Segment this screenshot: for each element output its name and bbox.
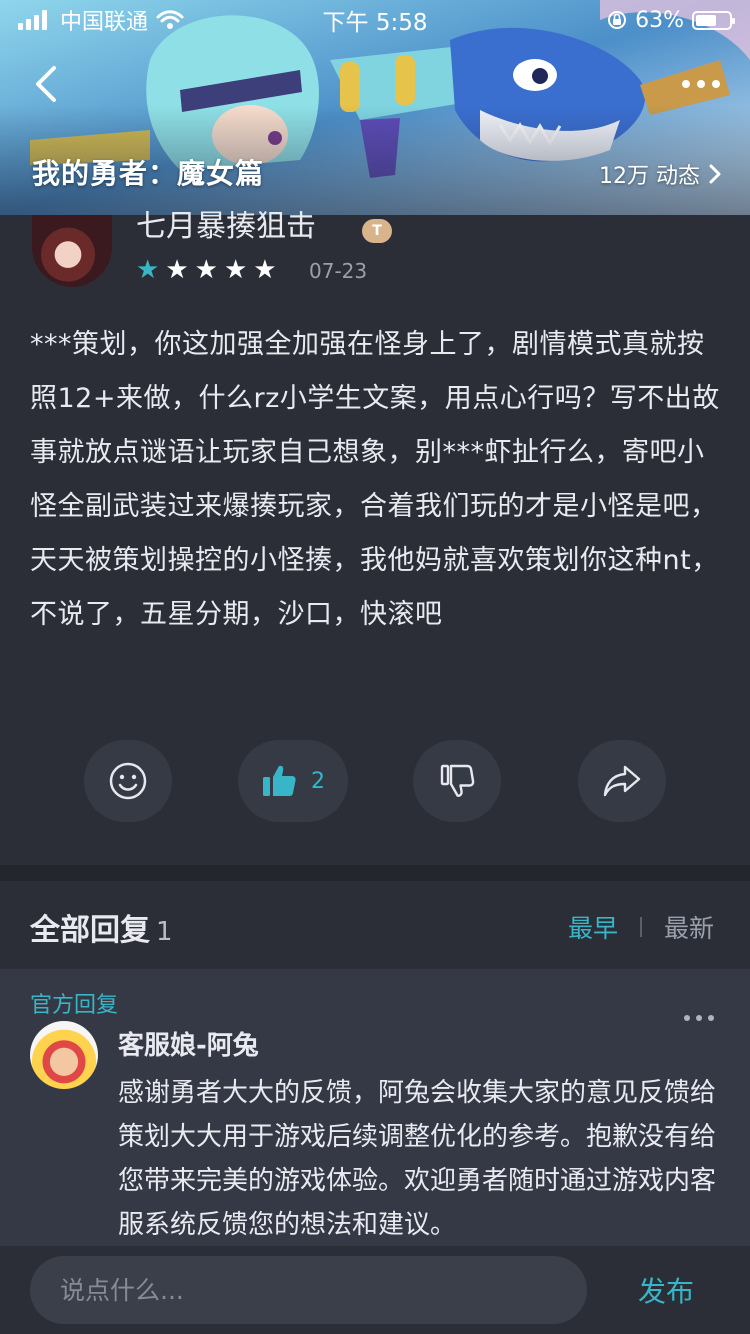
back-button[interactable] (28, 62, 64, 106)
like-button[interactable]: 2 (238, 740, 348, 822)
reply-more-button[interactable] (684, 1015, 714, 1021)
replier-name[interactable]: 客服娘-阿兔 (118, 1025, 259, 1062)
star-empty-icon: ★ (194, 255, 218, 285)
thumbs-up-icon (263, 765, 296, 796)
star-empty-icon: ★ (253, 255, 277, 285)
reviewer-avatar[interactable] (32, 215, 112, 287)
more-dot-icon (682, 80, 690, 88)
official-reply-tag: 官方回复 (30, 993, 119, 1018)
star-filled-icon: ★ (136, 255, 160, 285)
replier-avatar[interactable] (30, 1021, 98, 1089)
battery-icon (692, 10, 735, 30)
official-reply: 官方回复 客服娘-阿兔 感谢勇者大大的反馈，阿兔会收集大家的意见反馈给策划大大用… (0, 969, 750, 1259)
section-divider (0, 865, 750, 881)
review-card: 七月暴揍狙击 T ★ ★ ★ ★ ★ 07-23 ***策划，你这加强全加强在怪身上了，… (0, 211, 750, 865)
status-bar: 中国联通 下午 5:58 63% (0, 0, 750, 40)
replies-title: 全部回复 1 (30, 905, 173, 949)
more-dot-icon (684, 1015, 690, 1021)
sort-latest-tab[interactable]: 最新 (664, 909, 714, 945)
comment-input[interactable] (30, 1256, 587, 1324)
comment-bar: 发布 (0, 1246, 750, 1334)
status-left: 中国联通 (18, 4, 184, 36)
game-activity-link[interactable]: 12万 动态 (599, 158, 722, 190)
reviewer-name[interactable]: 七月暴揍狙击 (136, 211, 316, 243)
more-options-button[interactable] (682, 72, 726, 96)
review-content: ***策划，你这加强全加强在怪身上了，剧情模式真就按照12+来做，什么rz小学生… (30, 329, 720, 630)
signal-icon (18, 10, 47, 30)
reply-content: 感谢勇者大大的反馈，阿兔会收集大家的意见反馈给策划大大用于游戏后续调整优化的参考… (118, 1078, 717, 1240)
sort-earliest-tab[interactable]: 最早 (568, 909, 618, 945)
more-dot-icon (697, 80, 705, 88)
emoji-reaction-button[interactable] (84, 740, 172, 822)
replies-count: 1 (156, 917, 173, 947)
battery-percent: 63% (635, 7, 684, 33)
game-title[interactable]: 我的勇者：魔女篇 (32, 152, 264, 192)
activity-count: 12万 动态 (599, 164, 700, 189)
replies-sort: 最早 最新 (568, 909, 714, 945)
share-button[interactable] (578, 740, 666, 822)
replies-title-text: 全部回复 (30, 913, 150, 948)
more-dot-icon (712, 80, 720, 88)
review-date: 07-23 (309, 259, 368, 283)
star-empty-icon: ★ (223, 255, 248, 285)
rotation-lock-icon (608, 11, 627, 29)
status-right: 63% (607, 7, 735, 33)
replies-header: 全部回复 1 最早 最新 (0, 881, 750, 969)
rating-stars: ★ ★ ★ ★ ★ (136, 257, 277, 283)
star-empty-icon: ★ (165, 255, 189, 285)
publish-button[interactable]: 发布 (638, 1270, 694, 1310)
more-dot-icon (708, 1015, 714, 1021)
wifi-icon (156, 10, 184, 29)
chevron-left-icon (36, 66, 56, 102)
more-dot-icon (696, 1015, 702, 1021)
review-actions: 2 (0, 740, 750, 822)
carrier-name: 中国联通 (60, 10, 149, 35)
level-badge: T (362, 219, 392, 243)
sort-separator (639, 917, 642, 937)
chevron-right-icon (709, 164, 721, 184)
thumbs-down-icon (440, 764, 475, 797)
smiley-icon (109, 762, 147, 800)
share-icon (603, 765, 641, 797)
like-count: 2 (311, 768, 325, 794)
dislike-button[interactable] (413, 740, 501, 822)
